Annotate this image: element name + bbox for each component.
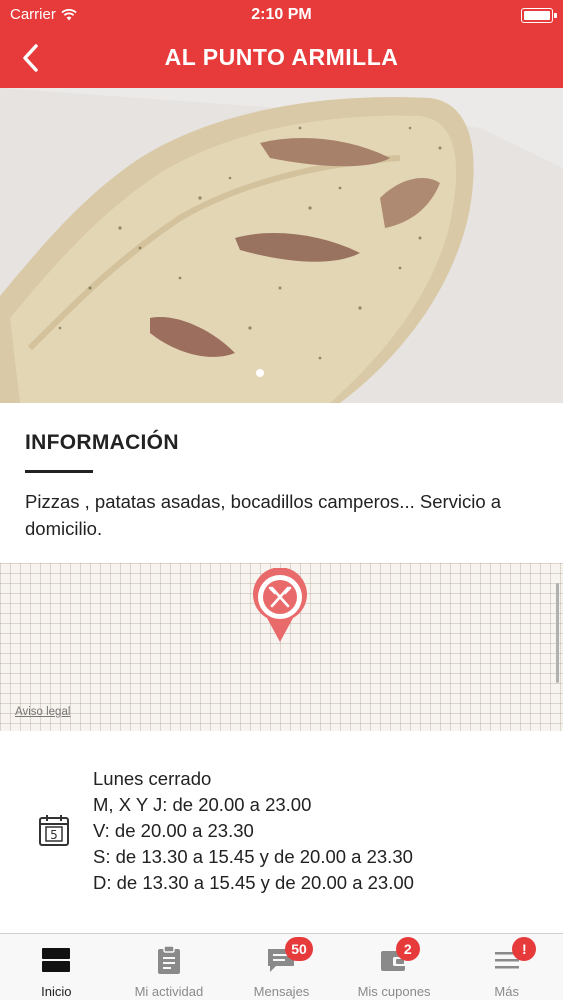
tab-mi-actividad[interactable]: Mi actividad bbox=[113, 934, 226, 1000]
svg-text:5: 5 bbox=[50, 828, 58, 842]
tab-inicio[interactable]: Inicio bbox=[0, 934, 113, 1000]
nav-bar: AL PUNTO ARMILLA bbox=[0, 30, 563, 88]
tab-label: Más bbox=[494, 984, 519, 999]
hours-line: S: de 13.30 a 15.45 y de 20.00 a 23.30 bbox=[93, 846, 413, 867]
more-alert-badge: ! bbox=[512, 937, 537, 961]
location-map[interactable]: Aviso legal bbox=[0, 563, 563, 731]
tab-mas[interactable]: ! Más bbox=[450, 934, 563, 1000]
clipboard-icon bbox=[157, 945, 180, 974]
tab-label: Mi actividad bbox=[134, 984, 204, 999]
map-scrollbar[interactable] bbox=[556, 583, 559, 683]
calendar-icon: 5 bbox=[39, 815, 69, 846]
restaurant-pin-icon[interactable] bbox=[251, 568, 309, 644]
tab-bar: Inicio Mi actividad 50 Mensajes 2 Mis cu… bbox=[0, 933, 563, 1000]
status-time: 2:10 PM bbox=[251, 6, 312, 23]
tab-mis-cupones[interactable]: 2 Mis cupones bbox=[338, 934, 451, 1000]
page-title: AL PUNTO ARMILLA bbox=[164, 44, 399, 70]
hours-line: D: de 13.30 a 15.45 y de 20.00 a 23.00 bbox=[93, 872, 414, 893]
calzone-pizza-image bbox=[0, 88, 563, 403]
messages-badge: 50 bbox=[285, 937, 313, 961]
legal-notice-link[interactable]: Aviso legal bbox=[15, 706, 70, 718]
carousel-dot[interactable] bbox=[256, 369, 264, 377]
status-bar: Carrier 2:10 PM bbox=[0, 0, 563, 30]
coupons-badge: 2 bbox=[395, 937, 420, 961]
info-heading: INFORMACIÓN bbox=[25, 431, 179, 454]
hours-line: V: de 20.00 a 23.30 bbox=[93, 820, 254, 841]
tab-mensajes[interactable]: 50 Mensajes bbox=[225, 934, 338, 1000]
tab-label: Inicio bbox=[41, 984, 72, 999]
hours-list: Lunes cerrado M, X Y J: de 20.00 a 23.00… bbox=[93, 766, 414, 896]
hero-photo[interactable] bbox=[0, 88, 563, 403]
tab-label: Mis cupones bbox=[357, 984, 431, 999]
top-bar: Carrier 2:10 PM AL PUNTO ARMILLA bbox=[0, 0, 563, 88]
opening-hours-section: 5 Lunes cerrado M, X Y J: de 20.00 a 23.… bbox=[0, 731, 563, 933]
hours-line: Lunes cerrado bbox=[93, 768, 212, 789]
hours-line: M, X Y J: de 20.00 a 23.00 bbox=[93, 794, 312, 815]
home-icon bbox=[42, 948, 71, 972]
heading-underline bbox=[25, 470, 93, 473]
info-section: INFORMACIÓN Pizzas , patatas asadas, boc… bbox=[0, 403, 563, 563]
battery-icon bbox=[521, 8, 557, 23]
info-description: Pizzas , patatas asadas, bocadillos camp… bbox=[25, 491, 502, 539]
screen: Carrier 2:10 PM AL PUNTO ARMILLA INFORMA… bbox=[0, 0, 563, 1000]
tab-label: Mensajes bbox=[253, 984, 310, 999]
